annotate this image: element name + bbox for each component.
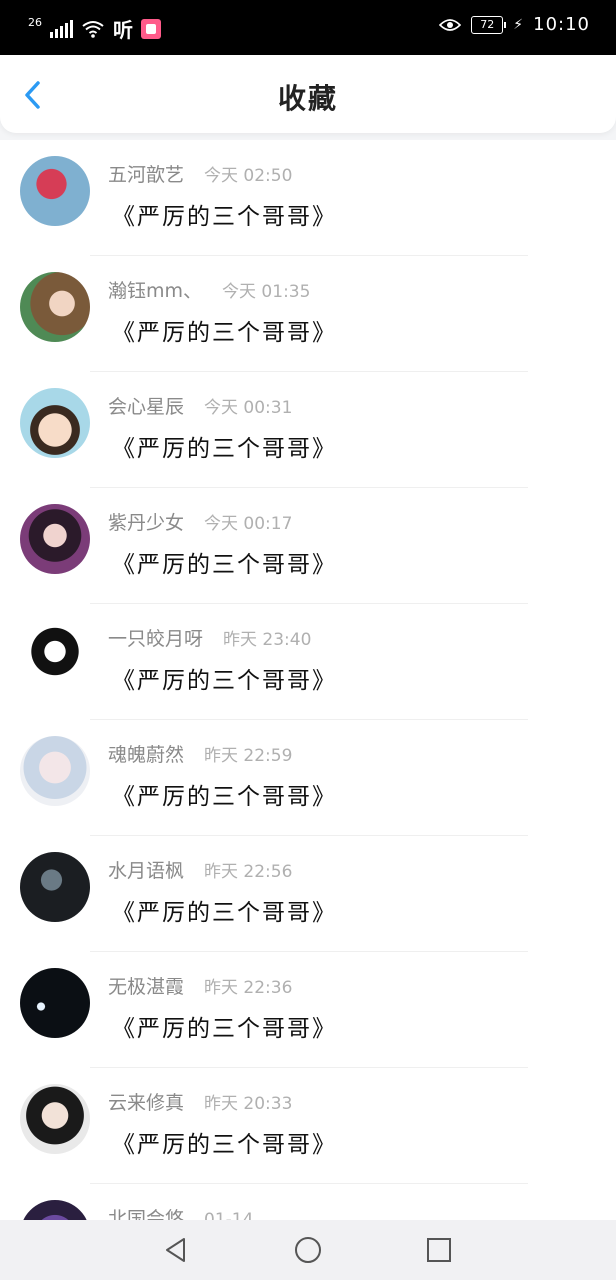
list-item[interactable]: 云来修真 昨天 20:33 《严厉的三个哥哥》 xyxy=(0,1068,616,1184)
timestamp: 昨天 22:56 xyxy=(204,862,293,882)
avatar xyxy=(20,1084,90,1154)
book-title: 《严厉的三个哥哥》 xyxy=(112,552,337,578)
book-title: 《严厉的三个哥哥》 xyxy=(112,436,337,462)
timestamp: 昨天 20:33 xyxy=(204,1094,293,1114)
book-title: 《严厉的三个哥哥》 xyxy=(112,784,337,810)
status-bar: 26 听 72 ⚡ 10:10 xyxy=(0,0,616,55)
list-item[interactable]: 紫丹少女 今天 00:17 《严厉的三个哥哥》 xyxy=(0,488,616,604)
timestamp: 昨天 23:40 xyxy=(223,630,312,650)
user-name: 水月语枫 xyxy=(108,860,185,882)
charging-icon: ⚡ xyxy=(513,16,524,33)
user-name: 无极湛霞 xyxy=(108,976,185,998)
book-title: 《严厉的三个哥哥》 xyxy=(112,320,337,346)
favorites-list: 五河歆艺 今天 02:50 《严厉的三个哥哥》 瀚钰mm、 今天 01:35 《严厉… xyxy=(0,140,616,1220)
clock: 10:10 xyxy=(533,14,590,35)
list-item[interactable]: 会心星辰 今天 00:31 《严厉的三个哥哥》 xyxy=(0,372,616,488)
battery-icon: 72 xyxy=(471,15,507,34)
timestamp: 今天 02:50 xyxy=(204,166,293,186)
navigation-bar xyxy=(0,1220,616,1280)
nav-back-icon[interactable] xyxy=(162,1236,190,1264)
user-name: 一只皎月呀 xyxy=(108,628,204,650)
timestamp: 昨天 22:59 xyxy=(204,746,293,766)
user-name: 瀚钰mm、 xyxy=(108,280,203,302)
book-title: 《严厉的三个哥哥》 xyxy=(112,668,337,694)
avatar xyxy=(20,852,90,922)
list-item[interactable]: 水月语枫 昨天 22:56 《严厉的三个哥哥》 xyxy=(0,836,616,952)
timestamp: 今天 00:17 xyxy=(204,514,293,534)
timestamp: 今天 00:31 xyxy=(204,398,293,418)
list-item[interactable]: 瀚钰mm、 今天 01:35 《严厉的三个哥哥》 xyxy=(0,256,616,372)
status-left: 26 听 xyxy=(28,14,161,43)
avatar xyxy=(20,620,90,690)
user-name: 北国会悠 xyxy=(108,1208,185,1220)
avatar xyxy=(20,736,90,806)
user-name: 魂魄蔚然 xyxy=(108,744,185,766)
list-item[interactable]: 五河歆艺 今天 02:50 《严厉的三个哥哥》 xyxy=(0,140,616,256)
nav-recents-icon[interactable] xyxy=(425,1236,453,1264)
page-title: 收藏 xyxy=(277,82,338,115)
avatar xyxy=(20,504,90,574)
app-notification-text: 听 xyxy=(113,18,133,42)
avatar xyxy=(20,968,90,1038)
user-name: 云来修真 xyxy=(108,1092,185,1114)
timestamp: 昨天 22:36 xyxy=(204,978,293,998)
wifi-icon xyxy=(82,20,104,38)
book-title: 《严厉的三个哥哥》 xyxy=(112,900,337,926)
list-item[interactable]: 魂魄蔚然 昨天 22:59 《严厉的三个哥哥》 xyxy=(0,720,616,836)
header: 收藏 xyxy=(0,55,616,133)
list-item[interactable]: 一只皎月呀 昨天 23:40 《严厉的三个哥哥》 xyxy=(0,604,616,720)
book-title: 《严厉的三个哥哥》 xyxy=(112,204,337,230)
avatar xyxy=(20,272,90,342)
user-name: 紫丹少女 xyxy=(108,512,185,534)
nav-home-icon[interactable] xyxy=(294,1236,322,1264)
avatar xyxy=(20,156,90,226)
app-notification-icon xyxy=(141,18,161,39)
book-title: 《严厉的三个哥哥》 xyxy=(112,1016,337,1042)
timestamp: 01-14 xyxy=(204,1210,254,1220)
book-title: 《严厉的三个哥哥》 xyxy=(112,1132,337,1158)
avatar xyxy=(20,388,90,458)
network-type: 26 xyxy=(28,16,42,29)
status-right: 72 ⚡ 10:10 xyxy=(439,14,590,35)
user-name: 会心星辰 xyxy=(108,396,185,418)
list-item[interactable]: 无极湛霞 昨天 22:36 《严厉的三个哥哥》 xyxy=(0,952,616,1068)
avatar xyxy=(20,1200,90,1220)
user-name: 五河歆艺 xyxy=(108,164,185,186)
eye-comfort-icon xyxy=(439,18,462,31)
signal-icon xyxy=(50,19,73,38)
list-item[interactable]: 北国会悠 01-14 xyxy=(0,1184,616,1220)
timestamp: 今天 01:35 xyxy=(222,282,311,302)
